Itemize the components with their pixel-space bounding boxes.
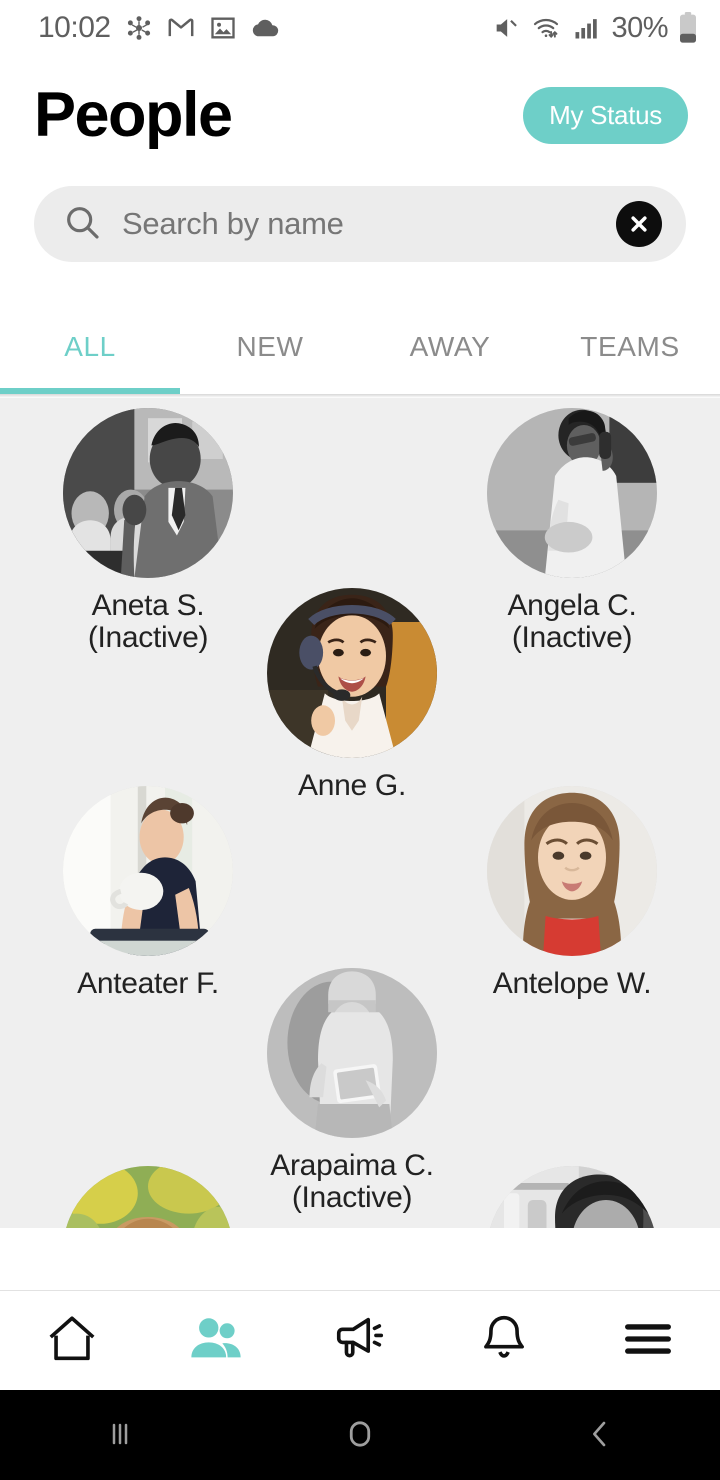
person-card[interactable]: Angela C. (Inactive) [452,408,692,653]
tab-all[interactable]: ALL [0,306,180,394]
tab-teams[interactable]: TEAMS [540,306,720,394]
page-title: People [34,79,233,150]
person-card-partial[interactable] [28,1166,268,1228]
home-circle-icon [339,1413,381,1458]
nav-menu[interactable] [576,1291,720,1390]
status-bar: 10:02 30% [0,0,720,56]
person-card[interactable]: Antelope W. [452,786,692,1000]
page-header: People My Status [0,56,720,174]
person-card[interactable]: Arapaima C. (Inactive) [232,968,472,1213]
clear-search-icon[interactable] [616,201,662,247]
recents-icon [100,1414,140,1457]
avatar[interactable] [63,1166,233,1228]
search-section [0,174,720,262]
signal-icon [571,14,601,42]
search-input[interactable] [122,206,616,242]
nav-people[interactable] [144,1291,288,1390]
android-navigation-bar [0,1390,720,1480]
search-icon [62,202,102,247]
gmail-icon [167,14,195,42]
status-bar-left: 10:02 [38,11,281,45]
mute-icon [491,14,521,42]
tab-new[interactable]: NEW [180,306,360,394]
person-name: Angela C. (Inactive) [507,589,637,654]
nav-home[interactable] [0,1291,144,1390]
tab-bar: ALL NEW AWAY TEAMS [0,306,720,394]
avatar[interactable] [487,786,657,956]
wifi-icon [531,14,561,42]
android-home-button[interactable] [240,1390,480,1480]
tab-away[interactable]: AWAY [360,306,540,394]
search-bar[interactable] [34,186,686,262]
battery-percent: 30% [611,11,668,44]
person-name: Anne G. [298,769,406,802]
bottom-navigation [0,1290,720,1390]
nav-announcements[interactable] [288,1291,432,1390]
status-bar-right: 30% [491,12,698,45]
home-icon [41,1310,103,1371]
person-card-partial[interactable] [452,1166,692,1228]
menu-icon [617,1310,679,1371]
back-icon [580,1414,620,1457]
megaphone-icon [329,1310,391,1371]
android-back-button[interactable] [480,1390,720,1480]
person-name: Arapaima C. (Inactive) [270,1149,434,1214]
people-grid: Aneta S. (Inactive) Angela C. (Inactive)… [0,398,720,1228]
person-card[interactable]: Anne G. [232,588,472,802]
my-status-button[interactable]: My Status [523,86,688,144]
avatar[interactable] [267,588,437,758]
avatar[interactable] [267,968,437,1138]
cloud-icon [251,14,281,42]
bell-icon [473,1310,535,1371]
photos-icon [209,14,237,42]
tab-active-indicator [0,388,180,394]
nav-notifications[interactable] [432,1291,576,1390]
person-name: Antelope W. [492,967,652,1000]
avatar[interactable] [63,408,233,578]
people-icon [185,1310,247,1371]
hub-icon [125,14,153,42]
android-recents-button[interactable] [0,1390,240,1480]
avatar[interactable] [487,1166,657,1228]
avatar[interactable] [487,408,657,578]
avatar[interactable] [63,786,233,956]
status-time: 10:02 [38,11,111,44]
battery-icon [678,12,698,44]
